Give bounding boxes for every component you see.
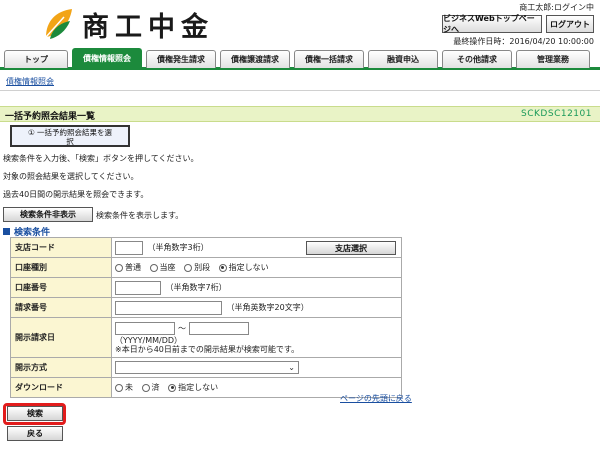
logout-button[interactable]: ログアウト xyxy=(546,15,594,33)
branch-code-input[interactable] xyxy=(115,240,143,255)
form-row-account-number: 口座番号 （半角数字7桁） xyxy=(10,277,402,298)
account-number-input[interactable] xyxy=(115,280,161,295)
disclosure-date-label: 開示請求日 xyxy=(10,317,112,358)
branch-code-hint: （半角数字3桁） xyxy=(147,243,209,252)
screen-code: SCKDSC12101 xyxy=(521,109,592,119)
toggle-description: 検索条件を表示します。 xyxy=(96,211,184,220)
account-type-label: 口座種別 xyxy=(10,257,112,278)
instruction-3: 過去40日間の開示結果を照会できます。 xyxy=(3,190,149,199)
square-bullet-icon xyxy=(3,228,10,235)
logo: 商工中金 xyxy=(42,4,214,44)
business-web-top-button[interactable]: ビジネスWebトップページへ xyxy=(442,14,542,34)
form-row-disclosure-method: 開示方式 ⌄ xyxy=(10,357,402,378)
tab-loan-application[interactable]: 融資申込 xyxy=(368,50,438,68)
disclosure-date-to-input[interactable] xyxy=(189,322,249,335)
account-type-option-label: 普通 xyxy=(125,263,141,272)
chevron-down-icon: ⌄ xyxy=(288,363,295,372)
page-top-link[interactable]: ページの先頭に戻る xyxy=(340,393,412,404)
breadcrumb[interactable]: 債権情報照会 xyxy=(6,76,54,87)
search-button[interactable]: 検索 xyxy=(7,406,63,421)
disclosure-method-label: 開示方式 xyxy=(10,357,112,378)
request-number-input[interactable] xyxy=(115,300,222,315)
account-number-label: 口座番号 xyxy=(10,277,112,298)
tab-claim-issue[interactable]: 債権発生請求 xyxy=(146,50,216,68)
form-row-disclosure-date: 開示請求日 〜 （YYYY/MM/DD） ※本日から40日前までの開示結果が検索… xyxy=(10,317,402,358)
back-button[interactable]: 戻る xyxy=(7,426,63,441)
download-option-label: 未 xyxy=(125,383,133,392)
instruction-1: 検索条件を入力後、「検索」ボタンを押してください。 xyxy=(3,154,199,163)
user-status: 商工太郎:ログイン中 xyxy=(519,3,594,12)
step-label-line1: ① 一括予約照会結果を選 xyxy=(27,128,113,137)
step-indicator: ① 一括予約照会結果を選 択 xyxy=(10,125,130,147)
account-type-radio-special[interactable] xyxy=(184,263,193,272)
account-type-option-label: 当座 xyxy=(159,263,176,272)
instruction-2: 対象の照会結果を選択してください。 xyxy=(3,172,139,181)
account-type-radio-unspecified[interactable] xyxy=(218,263,227,272)
disclosure-method-select[interactable]: ⌄ xyxy=(115,361,299,374)
tab-other-requests[interactable]: その他請求 xyxy=(442,50,512,68)
form-row-account-type: 口座種別 普通 当座 別段 指定しない xyxy=(10,257,402,278)
tab-claim-bulk[interactable]: 債権一括請求 xyxy=(294,50,364,68)
tab-claim-inquiry[interactable]: 債権情報照会 xyxy=(72,48,142,68)
date-format-hint: （YYYY/MM/DD） xyxy=(115,336,183,345)
title-bar: 一括予約照会結果一覧 SCKDSC12101 xyxy=(0,106,600,122)
tab-top[interactable]: トップ xyxy=(4,50,68,68)
date-range-note: ※本日から40日前までの開示結果が検索可能です。 xyxy=(115,345,300,354)
page-header: 商工中金 商工太郎:ログイン中 ビジネスWebトップページへ ログアウト 最終操… xyxy=(0,0,600,46)
main-tabs: トップ 債権情報照会 債権発生請求 債権譲渡請求 債権一括請求 融資申込 その他… xyxy=(0,48,600,70)
tab-claim-transfer[interactable]: 債権譲渡請求 xyxy=(220,50,290,68)
download-option-label: 済 xyxy=(151,383,160,392)
step-label-line2: 択 xyxy=(66,137,74,146)
download-option-label: 指定しない xyxy=(178,383,219,392)
download-radio-unspecified[interactable] xyxy=(168,383,177,392)
account-type-radio-ordinary[interactable] xyxy=(115,263,123,272)
download-radio-not-yet[interactable] xyxy=(115,383,123,392)
account-type-option-label: 別段 xyxy=(194,263,211,272)
branch-select-button[interactable]: 支店選択 xyxy=(306,241,396,255)
download-label: ダウンロード xyxy=(10,377,112,398)
search-conditions-form: 支店コード （半角数字3桁） 支店選択 口座種別 普通 当座 別段 指定しない … xyxy=(10,237,402,398)
request-number-label: 請求番号 xyxy=(10,297,112,318)
leaf-logo-icon xyxy=(42,7,76,41)
branch-code-label: 支店コード xyxy=(10,237,112,258)
account-type-option-label: 指定しない xyxy=(228,263,269,272)
form-row-request-number: 請求番号 （半角英数字20文字） xyxy=(10,297,402,318)
form-row-branch-code: 支店コード （半角数字3桁） 支店選択 xyxy=(10,237,402,258)
disclosure-date-from-input[interactable] xyxy=(115,322,175,335)
last-operation-time: 最終操作日時：2016/04/20 10:00:00 xyxy=(453,37,594,46)
account-number-hint: （半角数字7桁） xyxy=(165,283,227,292)
bank-name: 商工中金 xyxy=(82,11,214,43)
page-title: 一括予約照会結果一覧 xyxy=(5,112,96,122)
account-type-radio-current[interactable] xyxy=(149,263,158,272)
download-radio-done[interactable] xyxy=(141,383,150,392)
tab-management[interactable]: 管理業務 xyxy=(516,50,590,68)
date-range-tilde: 〜 xyxy=(178,324,186,333)
request-number-hint: （半角英数字20文字） xyxy=(226,303,309,312)
toggle-search-conditions-button[interactable]: 検索条件非表示 xyxy=(3,207,93,222)
divider xyxy=(0,90,600,91)
